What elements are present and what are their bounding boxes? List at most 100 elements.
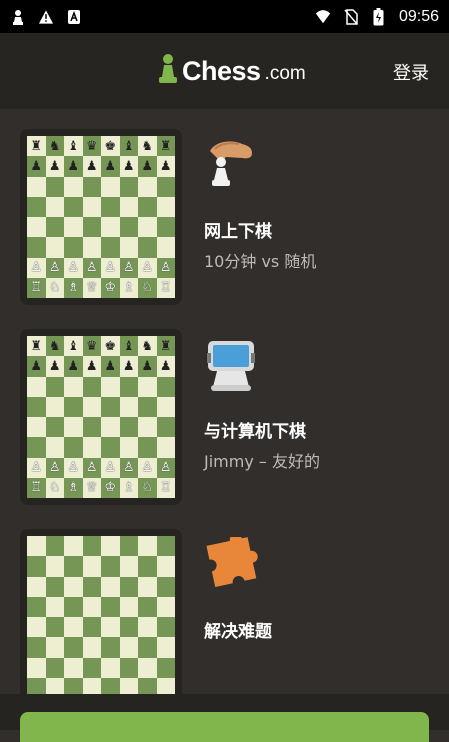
board-square [27,556,46,577]
white-piece-icon: ♖ [30,280,43,296]
white-piece-icon: ♙ [104,460,117,476]
board-square: ♙ [138,457,157,478]
board-square [101,176,120,197]
black-piece-icon: ♟ [159,158,172,174]
black-piece-icon: ♞ [48,138,61,154]
board-square [156,237,175,258]
app-header: Chess .com 登录 [0,33,449,109]
black-piece-icon: ♟ [85,358,98,374]
play-online-card[interactable]: ♜ ♞ ♝ ♛ ♚ ♝ ♞ ♜ ♟ ♟ ♟ ♟ ♟ ♟ ♟ ♟ ♙ ♙ ♙ ♙ ♙ ♙ ♙ ♙ ♖ ♘ ♗ ♕ ♔ ♗ ♘ ♖ 网上下棋 10… [20,129,430,309]
board-square [27,617,46,638]
board-square [101,556,120,577]
white-piece-icon: ♖ [30,480,43,496]
board-square [64,437,83,458]
black-piece-icon: ♝ [67,338,80,354]
board-square: ♟ [101,356,120,377]
board-square [156,576,175,597]
board-square: ♙ [156,457,175,478]
white-piece-icon: ♖ [159,280,172,296]
board-square: ♟ [138,356,157,377]
board-square [138,237,157,258]
board-square [64,196,83,217]
logo-text: Chess [182,56,261,86]
board-square [27,217,46,238]
black-piece-icon: ♟ [67,158,80,174]
board-square [156,396,175,417]
black-piece-icon: ♛ [85,138,98,154]
board-square: ♖ [27,477,46,498]
board-square [101,417,120,438]
black-piece-icon: ♜ [30,138,43,154]
play-computer-card[interactable]: ♜ ♞ ♝ ♛ ♚ ♝ ♞ ♜ ♟ ♟ ♟ ♟ ♟ ♟ ♟ ♟ ♙ ♙ ♙ ♙ ♙ ♙ ♙ ♙ ♖ ♘ ♗ ♕ ♔ ♗ ♘ ♖ 与计算机下棋 … [20,329,430,509]
play-button[interactable] [20,712,429,742]
board-square [64,176,83,197]
board-square [119,396,138,417]
board-square [45,637,64,658]
black-piece-icon: ♟ [104,158,117,174]
board-square: ♙ [82,457,101,478]
board-square [119,637,138,658]
board-square [101,576,120,597]
board-square [138,396,157,417]
board-square [45,217,64,238]
white-piece-icon: ♗ [67,480,80,496]
white-piece-icon: ♔ [104,480,117,496]
white-piece-icon: ♕ [85,480,98,496]
board-square [138,176,157,197]
board-square [82,396,101,417]
board-square: ♙ [64,457,83,478]
board-square [101,376,120,397]
board-square: ♝ [119,336,138,357]
solve-puzzles-card[interactable]: 解决难题 [20,529,430,709]
board-square: ♙ [156,257,175,278]
board-preview [20,529,182,705]
status-right: 09:56 [315,7,439,26]
board-square [101,196,120,217]
board-square: ♝ [64,136,83,157]
board-square [156,217,175,238]
board-square [119,196,138,217]
board-square [101,437,120,458]
status-bar: 09:56 [0,0,449,33]
board-square: ♜ [156,136,175,157]
board-square [45,596,64,617]
board-square [27,196,46,217]
board-square [119,437,138,458]
board-square [138,536,157,557]
board-square: ♘ [138,477,157,498]
board-square [82,196,101,217]
board-square [82,637,101,658]
black-piece-icon: ♞ [141,138,154,154]
black-piece-icon: ♝ [67,138,80,154]
board-square: ♙ [101,457,120,478]
board-square [138,657,157,678]
board-square [119,176,138,197]
black-piece-icon: ♛ [85,338,98,354]
board-square [45,196,64,217]
login-button[interactable]: 登录 [393,59,429,85]
board-square: ♘ [138,277,157,298]
board-square: ♟ [82,156,101,177]
warning-icon [38,9,54,25]
chess-board: ♜ ♞ ♝ ♛ ♚ ♝ ♞ ♜ ♟ ♟ ♟ ♟ ♟ ♟ ♟ ♟ ♙ ♙ ♙ ♙ ♙ ♙ ♙ ♙ ♖ ♘ ♗ ♕ ♔ ♗ ♘ ♖ [27,136,175,298]
board-square [119,576,138,597]
card-title: 解决难题 [204,622,272,642]
white-piece-icon: ♙ [48,260,61,276]
board-square: ♟ [138,156,157,177]
chess-board: ♜ ♞ ♝ ♛ ♚ ♝ ♞ ♜ ♟ ♟ ♟ ♟ ♟ ♟ ♟ ♟ ♙ ♙ ♙ ♙ ♙ ♙ ♙ ♙ ♖ ♘ ♗ ♕ ♔ ♗ ♘ ♖ [27,336,175,498]
white-piece-icon: ♕ [85,280,98,296]
board-square [156,657,175,678]
board-square: ♘ [45,477,64,498]
board-square [156,176,175,197]
board-square [45,376,64,397]
board-square [27,417,46,438]
board-square [82,556,101,577]
card-title: 与计算机下棋 [204,422,306,442]
board-square: ♟ [156,156,175,177]
board-square: ♝ [119,136,138,157]
board-square [82,437,101,458]
black-piece-icon: ♟ [141,158,154,174]
black-piece-icon: ♝ [122,138,135,154]
board-square [119,217,138,238]
black-piece-icon: ♜ [159,338,172,354]
